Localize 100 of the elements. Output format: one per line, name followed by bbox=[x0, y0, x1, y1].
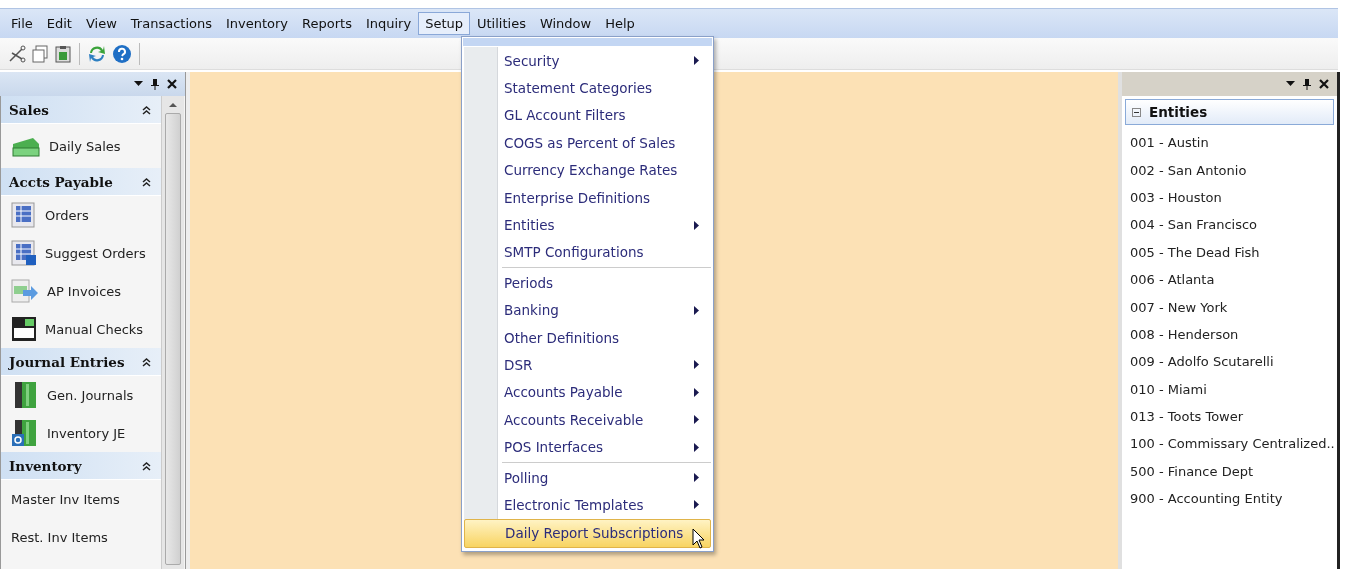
entity-item[interactable]: 002 - San Antonio bbox=[1122, 156, 1337, 184]
menu-option-label: Other Definitions bbox=[504, 329, 620, 346]
tree-header[interactable]: Entities bbox=[1125, 99, 1334, 125]
tree-title: Entities bbox=[1149, 104, 1208, 120]
menu-option[interactable]: POS Interfaces bbox=[464, 433, 711, 461]
menu-option-label: Entities bbox=[504, 217, 555, 234]
menu-option[interactable]: SMTP Configurations bbox=[464, 238, 711, 267]
entity-item[interactable]: 004 - San Francisco bbox=[1122, 211, 1337, 239]
nav-item[interactable]: Gen. Journals bbox=[1, 376, 161, 414]
entity-item[interactable]: 006 - Atlanta bbox=[1122, 265, 1337, 294]
menu-item[interactable]: Reports bbox=[295, 12, 359, 35]
menu-option[interactable]: Accounts Payable bbox=[464, 378, 711, 407]
menu-option[interactable]: Periods bbox=[464, 269, 711, 297]
dropdown-icon[interactable] bbox=[1286, 81, 1295, 87]
menu-option-label: POS Interfaces bbox=[504, 439, 604, 456]
menu-item[interactable]: Edit bbox=[39, 12, 79, 35]
menu-item[interactable]: Inventory bbox=[218, 12, 296, 35]
menu-item[interactable]: File bbox=[4, 12, 40, 35]
menu-item[interactable]: Window bbox=[532, 12, 599, 35]
entity-item[interactable]: 001 - Austin bbox=[1122, 129, 1337, 157]
entity-item[interactable]: 100 - Commissary Centralized.. bbox=[1122, 430, 1337, 458]
entity-item[interactable]: 005 - The Dead Fish bbox=[1122, 238, 1337, 266]
nav-item-label: Gen. Journals bbox=[47, 387, 134, 403]
nav-item[interactable]: Manual Checks bbox=[1, 310, 161, 348]
scrollbar-thumb[interactable] bbox=[165, 113, 181, 565]
menu-option-label: Daily Report Subscriptions bbox=[505, 525, 684, 542]
menu-item[interactable]: Transactions bbox=[123, 12, 219, 35]
menu-option-label: Banking bbox=[504, 302, 559, 319]
close-icon[interactable] bbox=[167, 79, 177, 89]
menu-option[interactable]: Daily Report Subscriptions bbox=[464, 518, 711, 549]
menu-option[interactable]: COGS as Percent of Sales bbox=[464, 129, 711, 157]
menu-option[interactable]: DSR bbox=[464, 351, 711, 379]
menu-option[interactable]: Security bbox=[464, 47, 711, 75]
nav-item-label: Inventory JE bbox=[47, 425, 126, 441]
section-header[interactable]: Sales bbox=[1, 96, 161, 124]
collapse-icon[interactable] bbox=[142, 356, 151, 367]
nav-item[interactable]: Master Inv Items bbox=[1, 480, 161, 518]
entity-item[interactable]: 007 - New York bbox=[1122, 293, 1337, 321]
nav-item[interactable]: Daily Sales bbox=[1, 124, 161, 168]
section-title: Sales bbox=[9, 101, 49, 118]
section-header[interactable]: Journal Entries bbox=[1, 348, 161, 376]
section-header[interactable]: Inventory bbox=[1, 452, 161, 480]
nav-item[interactable]: AP Invoices bbox=[1, 272, 161, 310]
menu-option[interactable]: Banking bbox=[464, 296, 711, 324]
menu-option-label: Security bbox=[504, 52, 560, 69]
menu-option[interactable]: Polling bbox=[464, 463, 711, 492]
nav-item[interactable]: Orders bbox=[1, 196, 161, 234]
section-title: Journal Entries bbox=[9, 353, 125, 370]
invoice-arrow-icon bbox=[11, 278, 39, 304]
entity-item[interactable]: 008 - Henderson bbox=[1122, 320, 1337, 349]
collapse-icon[interactable] bbox=[1132, 107, 1141, 117]
nav-item[interactable]: Suggest Orders bbox=[1, 234, 161, 272]
entity-item[interactable]: 010 - Miami bbox=[1122, 375, 1337, 403]
menu-option-label: GL Account Filters bbox=[504, 107, 626, 124]
scroll-up-icon[interactable] bbox=[169, 101, 177, 109]
table-icon bbox=[11, 202, 37, 228]
menu-option[interactable]: Electronic Templates bbox=[464, 491, 711, 519]
entity-item[interactable]: 009 - Adolfo Scutarelli bbox=[1122, 348, 1337, 376]
entity-item[interactable]: 900 - Accounting Entity bbox=[1122, 485, 1337, 513]
menu-item[interactable]: Setup bbox=[418, 12, 470, 35]
menu-item[interactable]: Utilities bbox=[470, 12, 533, 35]
entity-item[interactable]: 013 - Toots Tower bbox=[1122, 402, 1337, 431]
nav-item[interactable]: Inventory JE bbox=[1, 414, 161, 452]
menu-option-label: Polling bbox=[504, 469, 549, 486]
menu-option[interactable]: Enterprise Definitions bbox=[464, 183, 711, 212]
menu-item[interactable]: Help bbox=[598, 12, 642, 35]
menu-option-label: Accounts Payable bbox=[504, 384, 623, 401]
dropdown-icon[interactable] bbox=[134, 81, 143, 87]
menu-option[interactable]: Currency Exchange Rates bbox=[464, 156, 711, 184]
menu-item[interactable]: View bbox=[78, 12, 124, 35]
collapse-icon[interactable] bbox=[142, 176, 151, 187]
section-title: Accts Payable bbox=[9, 173, 113, 190]
section-header[interactable]: Accts Payable bbox=[1, 168, 161, 196]
close-icon[interactable] bbox=[1319, 79, 1329, 89]
nav-item-label: Manual Checks bbox=[45, 321, 144, 337]
entity-item[interactable]: 003 - Houston bbox=[1122, 183, 1337, 212]
menu-option[interactable]: Accounts Receivable bbox=[464, 406, 711, 434]
menu-option[interactable]: Other Definitions bbox=[464, 323, 711, 352]
nav-item-label: Orders bbox=[45, 207, 89, 223]
menu-grip[interactable] bbox=[463, 38, 712, 46]
pin-icon[interactable] bbox=[1303, 78, 1311, 90]
menu-option-label: COGS as Percent of Sales bbox=[504, 134, 676, 151]
nav-item-label: Rest. Inv Items bbox=[11, 529, 108, 545]
pin-icon[interactable] bbox=[151, 78, 159, 90]
nav-item[interactable]: Rest. Inv Items bbox=[1, 518, 161, 556]
table-help-icon bbox=[11, 240, 37, 266]
entity-item[interactable]: 500 - Finance Dept bbox=[1122, 457, 1337, 486]
collapse-icon[interactable] bbox=[142, 460, 151, 471]
menu-option[interactable]: Entities bbox=[464, 211, 711, 239]
copy-icon[interactable] bbox=[31, 44, 49, 63]
help-icon[interactable] bbox=[112, 43, 132, 64]
menu-option[interactable]: GL Account Filters bbox=[464, 101, 711, 130]
collapse-icon[interactable] bbox=[142, 104, 151, 115]
menu-item[interactable]: Inquiry bbox=[358, 12, 419, 35]
menu-option-label: DSR bbox=[504, 357, 533, 373]
cut-icon[interactable] bbox=[8, 44, 26, 63]
section-title: Inventory bbox=[9, 457, 82, 474]
menu-option-label: Statement Categories bbox=[504, 80, 653, 97]
menu-option[interactable]: Statement Categories bbox=[464, 74, 711, 102]
paste-icon[interactable] bbox=[54, 44, 72, 63]
